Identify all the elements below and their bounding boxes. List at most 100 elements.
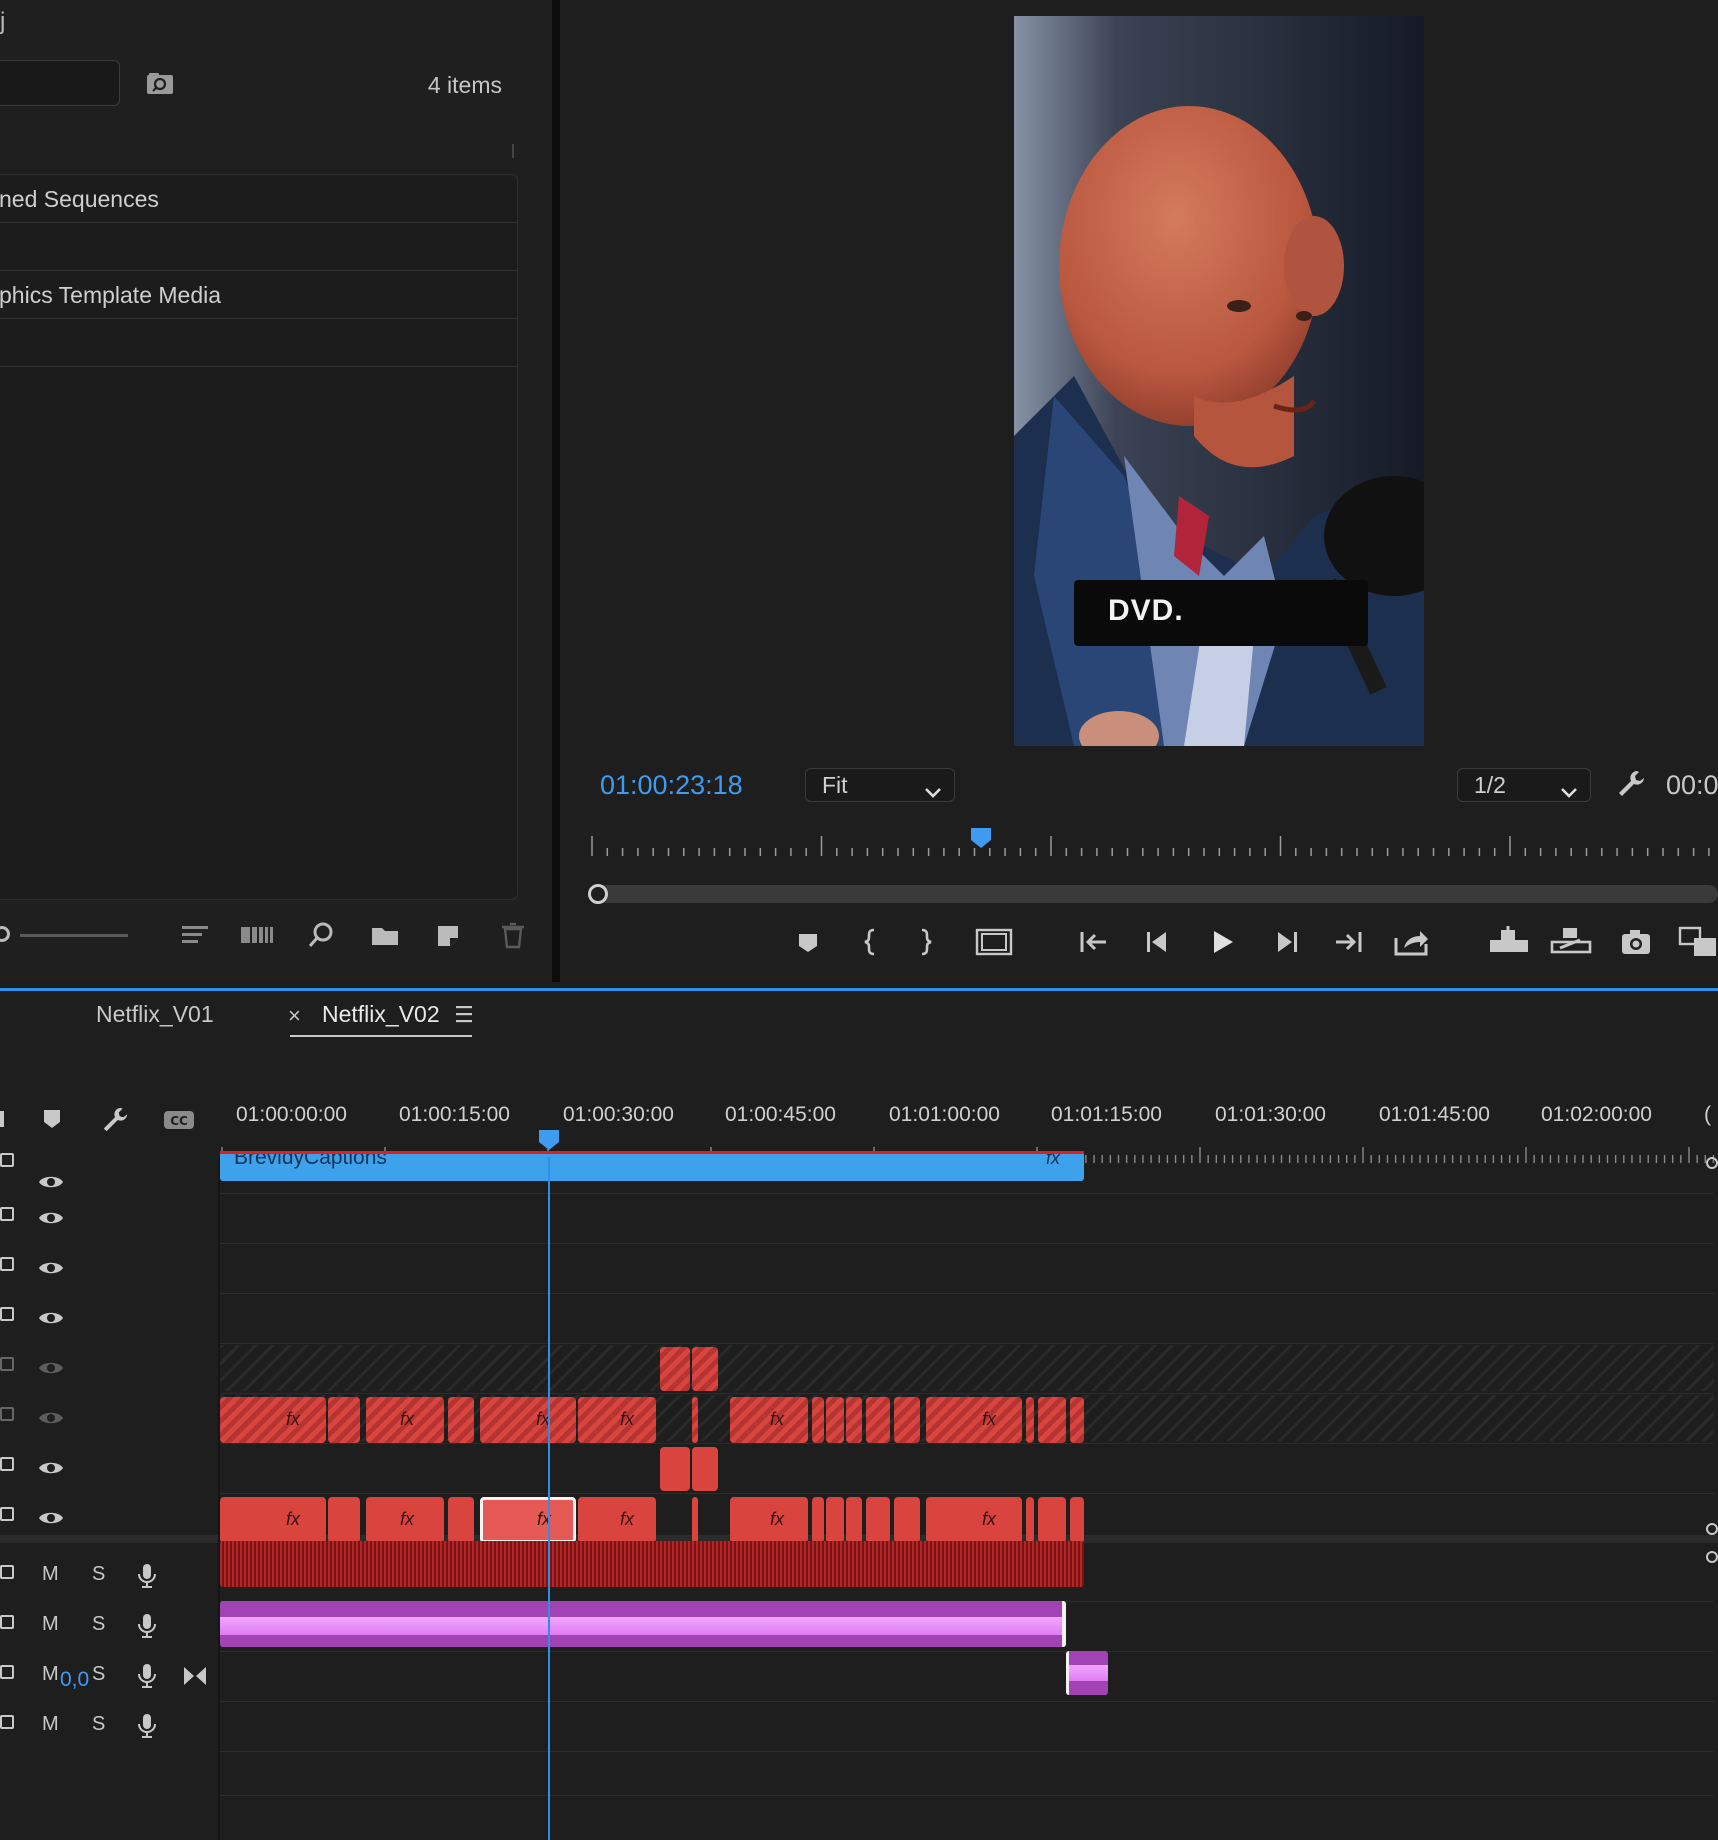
zoom-level-dropdown[interactable]: Fit (805, 768, 955, 802)
panel-menu-icon[interactable] (454, 1005, 474, 1023)
music-clip-a2[interactable] (220, 1601, 1066, 1647)
scroll-knob[interactable] (1706, 1551, 1718, 1563)
microphone-icon[interactable] (136, 1613, 158, 1639)
scroll-knob[interactable] (1706, 1157, 1718, 1169)
vertical-zoom-scrollbar[interactable] (1706, 1157, 1718, 1840)
bin-item-empty[interactable] (0, 223, 517, 271)
scrollbar-handle[interactable] (588, 884, 608, 904)
find-icon[interactable] (306, 920, 336, 950)
master-go-to-icon[interactable] (182, 1665, 208, 1687)
solo-button[interactable]: S (92, 1663, 105, 1686)
monitor-time-ruler[interactable] (590, 826, 1718, 856)
captions-clip[interactable]: BrevidyCaptions fx (220, 1151, 1084, 1181)
zoom-slider[interactable] (20, 934, 128, 937)
selected-video-clip[interactable]: fx (480, 1497, 576, 1543)
bin-item-graphics-template-media[interactable]: phics Template Media (0, 271, 517, 319)
new-bin-icon[interactable] (370, 920, 400, 950)
sync-lock-icon[interactable] (0, 1357, 14, 1371)
eye-icon[interactable] (38, 1307, 64, 1329)
video-clip[interactable]: fx (926, 1397, 1022, 1443)
eye-icon[interactable] (38, 1171, 64, 1193)
mute-button[interactable]: M (42, 1713, 59, 1736)
video-clip[interactable] (1026, 1397, 1034, 1443)
program-video-frame[interactable]: DVD. (1014, 16, 1424, 746)
add-marker-icon[interactable] (790, 924, 826, 960)
mute-button[interactable]: M (42, 1663, 59, 1686)
bin-item-empty[interactable] (0, 319, 517, 367)
clip-edge[interactable] (1066, 1651, 1069, 1695)
play-icon[interactable] (1204, 924, 1240, 960)
audio-clip-a1[interactable] (220, 1541, 1084, 1587)
settings-wrench-icon[interactable] (1615, 768, 1647, 800)
video-clip[interactable] (328, 1497, 360, 1543)
video-clip[interactable] (660, 1347, 690, 1391)
trash-icon[interactable] (498, 920, 528, 950)
video-clip[interactable] (826, 1397, 844, 1443)
monitor-zoom-scrollbar[interactable] (590, 885, 1718, 903)
video-clip[interactable] (1038, 1497, 1066, 1543)
monitor-playhead-icon[interactable] (969, 826, 993, 850)
video-clip[interactable] (846, 1497, 862, 1543)
solo-button[interactable]: S (92, 1613, 105, 1636)
solo-button[interactable]: S (92, 1713, 105, 1736)
timeline-playhead-icon[interactable] (538, 1129, 560, 1151)
video-clip[interactable] (660, 1447, 690, 1491)
sync-lock-icon[interactable] (0, 1615, 14, 1629)
video-clip[interactable] (1070, 1497, 1084, 1543)
close-tab-icon[interactable]: × (288, 1003, 301, 1029)
sync-lock-icon[interactable] (0, 1153, 14, 1167)
eye-icon[interactable] (38, 1207, 64, 1229)
video-clip[interactable]: fx (730, 1497, 808, 1543)
video-clip[interactable]: fx (578, 1497, 656, 1543)
eye-hidden-icon[interactable] (38, 1407, 64, 1429)
column-divider[interactable] (512, 144, 514, 158)
lift-icon[interactable] (1488, 924, 1530, 960)
sync-lock-icon[interactable] (0, 1457, 14, 1471)
sync-lock-icon[interactable] (0, 1715, 14, 1729)
video-clip[interactable] (866, 1497, 890, 1543)
zoom-slider-handle[interactable] (0, 926, 10, 942)
sync-lock-icon[interactable] (0, 1207, 14, 1221)
go-to-out-icon[interactable] (1330, 924, 1366, 960)
step-forward-icon[interactable] (1268, 924, 1304, 960)
video-clip[interactable] (866, 1397, 890, 1443)
solo-button[interactable]: S (92, 1563, 105, 1586)
eye-icon[interactable] (38, 1457, 64, 1479)
mark-in-icon[interactable] (852, 924, 888, 960)
safe-margins-icon[interactable] (974, 924, 1014, 960)
music-clip-a3[interactable] (1066, 1651, 1108, 1695)
video-clip[interactable]: fx (730, 1397, 808, 1443)
sync-lock-icon[interactable] (0, 1407, 14, 1421)
timeline-playhead-line[interactable] (548, 1157, 550, 1840)
track-area[interactable]: BrevidyCaptions fx fx fx fx fx fx fx fx … (220, 1151, 1714, 1840)
find-in-bin-icon[interactable] (146, 72, 176, 96)
sync-lock-icon[interactable] (0, 1507, 14, 1521)
timeline-settings-wrench-icon[interactable] (100, 1105, 130, 1135)
video-clip[interactable]: fx (220, 1497, 326, 1543)
mute-button[interactable]: M (42, 1613, 59, 1636)
snap-icon[interactable] (0, 1111, 4, 1127)
mark-out-icon[interactable] (908, 924, 944, 960)
go-to-in-icon[interactable] (1076, 924, 1112, 960)
eye-icon[interactable] (38, 1257, 64, 1279)
video-clip[interactable]: fx (578, 1397, 656, 1443)
export-frame-icon[interactable] (1392, 924, 1432, 960)
video-clip[interactable] (1070, 1397, 1084, 1443)
tab-netflix-v02[interactable]: Netflix_V02 (322, 1001, 440, 1028)
caption-overlay[interactable]: DVD. (1074, 580, 1368, 646)
video-clip[interactable]: fx (926, 1497, 1022, 1543)
captions-cc-icon[interactable]: CC (162, 1107, 196, 1131)
video-clip[interactable] (826, 1497, 844, 1543)
list-view-icon[interactable] (180, 920, 210, 950)
new-item-icon[interactable] (434, 920, 464, 950)
microphone-icon[interactable] (136, 1563, 158, 1589)
add-marker-icon[interactable] (40, 1107, 64, 1131)
clip-edge[interactable] (1062, 1601, 1066, 1647)
video-clip[interactable] (692, 1447, 718, 1491)
playback-resolution-dropdown[interactable]: 1/2 (1457, 768, 1591, 802)
video-clip[interactable]: fx (220, 1397, 326, 1443)
video-clip[interactable] (894, 1497, 920, 1543)
sync-lock-icon[interactable] (0, 1257, 14, 1271)
video-clip[interactable] (328, 1397, 360, 1443)
video-clip[interactable] (812, 1497, 824, 1543)
